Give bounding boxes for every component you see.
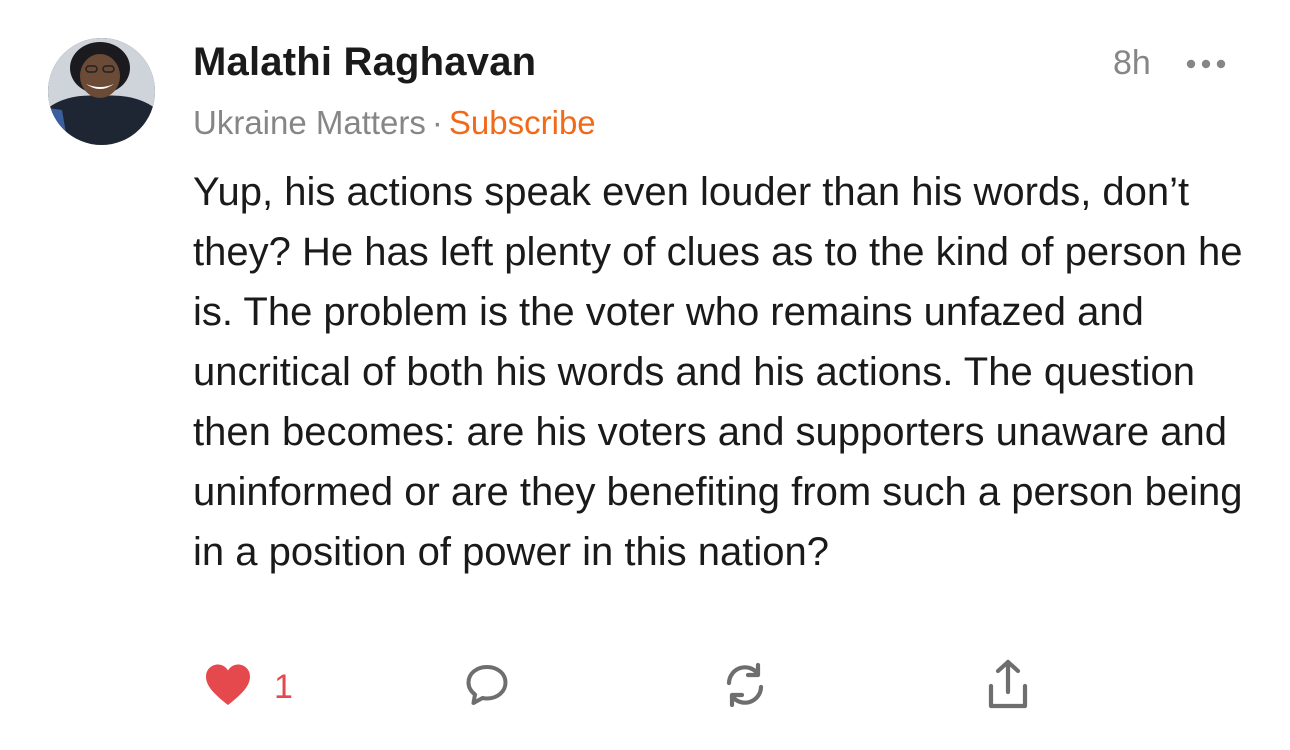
meta-separator: · (431, 104, 443, 141)
heart-icon (204, 663, 252, 712)
comment-button[interactable] (463, 655, 511, 719)
subscribe-link[interactable]: Subscribe (449, 104, 596, 141)
publication-name[interactable]: Ukraine Matters (193, 104, 426, 141)
like-count: 1 (274, 667, 293, 706)
avatar[interactable] (48, 38, 155, 145)
like-button[interactable]: 1 (204, 655, 293, 719)
restack-button[interactable] (720, 655, 770, 719)
share-button[interactable] (983, 655, 1033, 719)
comment-icon (463, 661, 511, 714)
author-name[interactable]: Malathi Raghavan (193, 40, 536, 85)
share-icon (983, 658, 1033, 717)
comment-body: Yup, his actions speak even louder than … (193, 170, 1243, 574)
action-bar: 1 (0, 655, 1290, 719)
publication-line: Ukraine Matters · Subscribe (193, 104, 596, 142)
more-horizontal-icon[interactable] (1183, 52, 1229, 76)
timestamp: 8h (1113, 44, 1151, 82)
restack-icon (720, 660, 770, 715)
